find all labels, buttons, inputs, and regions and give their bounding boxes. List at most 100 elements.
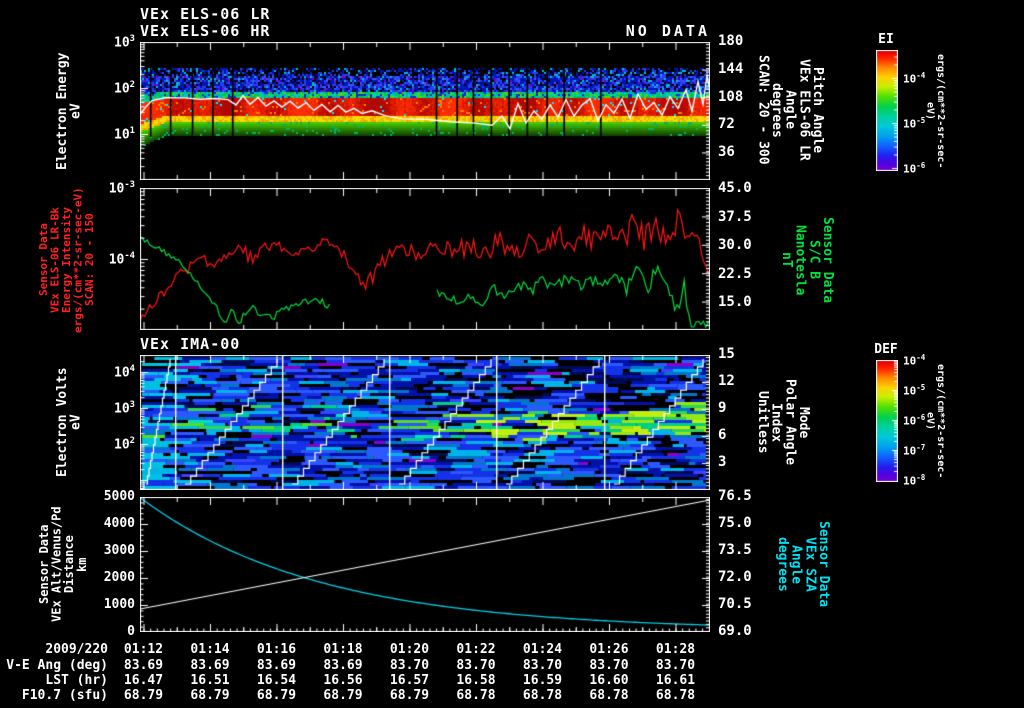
ima-spectrogram-panel xyxy=(140,355,710,490)
footer-value: 01:20 xyxy=(389,642,430,657)
exponent: -4 xyxy=(916,71,926,81)
axis-tick-label: 72.0 xyxy=(718,569,752,586)
axis-tick-label: 4000 xyxy=(103,515,135,531)
footer-value: 83.70 xyxy=(522,658,563,673)
axis-tick-label: 73.5 xyxy=(718,542,752,559)
sensor-lineplot-panel xyxy=(140,188,710,330)
axis-tick-label: 30.0 xyxy=(718,237,752,254)
axis-tick-label: 10-4 xyxy=(903,71,926,86)
footer-value: 16.47 xyxy=(123,673,164,688)
footer-value: 16.57 xyxy=(389,673,430,688)
sensor-lineplot-canvas xyxy=(140,188,710,330)
ima-title: VEx IMA-00 xyxy=(140,335,241,353)
colorbar-def-units: ergs/(cm**2-sr-sec-eV) xyxy=(924,363,947,479)
footer-value: 83.69 xyxy=(256,658,297,673)
sensor-right-axis-label: Sensor Data S/C B Nanotesla nT xyxy=(779,216,835,304)
footer-value: 01:28 xyxy=(655,642,696,657)
axis-tick-label: 70.5 xyxy=(718,596,752,613)
footer-row-label: V-E Ang (deg) xyxy=(6,658,108,673)
footer-value: 16.58 xyxy=(456,673,496,688)
axis-tick-label: 0 xyxy=(127,623,135,639)
footer-value: 16.61 xyxy=(655,673,696,688)
vex-orbit-plot-screen: VEx ELS-06 LR VEx ELS-06 HR NO DATA VEx … xyxy=(0,0,1024,708)
exponent: 2 xyxy=(129,435,135,446)
exponent: -4 xyxy=(124,250,135,261)
axis-tick-label: 10-6 xyxy=(903,413,926,428)
colorbar-ei xyxy=(876,50,898,175)
colorbar-def-gradient xyxy=(876,360,898,482)
axis-tick-label: 108 xyxy=(718,88,744,105)
ima-right-axis-label: Mode Polar Angle Index Unitless xyxy=(755,379,811,466)
alt-right-axis-label: Sensor Data VEx SZA Angle degrees xyxy=(775,521,831,608)
colorbar-ei-units: ergs/(cm**2-sr-sec-eV) xyxy=(924,53,947,169)
axis-tick-label: 10-5 xyxy=(903,383,926,398)
axis-tick-label: 3000 xyxy=(103,542,135,558)
footer-row-label: LST (hr) xyxy=(45,673,108,688)
footer-value: 83.70 xyxy=(456,658,496,673)
colorbar-def-label: DEF xyxy=(874,342,898,357)
axis-tick-label: 36 xyxy=(718,143,735,160)
exponent: -6 xyxy=(916,413,926,423)
axis-tick-label: 15 xyxy=(718,346,735,363)
footer-value: 83.69 xyxy=(323,658,363,673)
exponent: 4 xyxy=(129,363,135,374)
axis-tick-label: 10-3 xyxy=(108,179,135,197)
footer-value: 16.54 xyxy=(256,673,297,688)
exponent: -3 xyxy=(124,179,135,190)
axis-tick-label: 3 xyxy=(718,454,727,471)
axis-tick-label: 10-8 xyxy=(903,473,926,488)
ima-spectrogram-canvas xyxy=(140,355,710,490)
axis-tick-label: 10-7 xyxy=(903,443,926,458)
footer-value: 01:24 xyxy=(522,642,563,657)
footer-value: 68.78 xyxy=(655,688,696,703)
axis-tick-label: 10-6 xyxy=(903,161,926,176)
footer-value: 68.79 xyxy=(256,688,297,703)
footer-value: 16.56 xyxy=(323,673,363,688)
exponent: -5 xyxy=(916,116,926,126)
axis-tick-label: 69.0 xyxy=(718,623,752,640)
axis-tick-label: 76.5 xyxy=(718,488,752,505)
colorbar-ei-gradient xyxy=(876,50,898,171)
footer-value: 68.78 xyxy=(522,688,563,703)
footer-value: 68.79 xyxy=(190,688,230,703)
footer-value: 16.51 xyxy=(190,673,230,688)
exponent: 1 xyxy=(129,125,135,136)
axis-tick-label: 9 xyxy=(718,400,727,417)
axis-tick-label: 10-5 xyxy=(903,116,926,131)
axis-tick-label: 12 xyxy=(718,373,735,390)
footer-value: 01:22 xyxy=(456,642,496,657)
axis-tick-label: 72 xyxy=(718,116,735,133)
footer-value: 16.60 xyxy=(589,673,629,688)
els-lr-title: VEx ELS-06 LR xyxy=(140,5,271,23)
exponent: -6 xyxy=(916,161,926,171)
els-left-axis-label: Electron Energy eV xyxy=(55,52,84,170)
alt-sza-panel xyxy=(140,497,710,632)
axis-tick-label: 103 xyxy=(114,399,135,417)
footer-value: 01:26 xyxy=(589,642,629,657)
footer-value: 01:18 xyxy=(323,642,363,657)
axis-tick-label: 101 xyxy=(114,125,135,143)
footer-value: 01:16 xyxy=(256,642,297,657)
axis-tick-label: 45.0 xyxy=(718,180,752,197)
footer-value: 68.79 xyxy=(389,688,430,703)
colorbar-def xyxy=(876,360,898,486)
axis-tick-label: 104 xyxy=(114,363,135,381)
axis-tick-label: 15.0 xyxy=(718,293,752,310)
footer-value: 68.79 xyxy=(323,688,363,703)
axis-tick-label: 10-4 xyxy=(108,250,135,268)
exponent: 2 xyxy=(129,79,135,90)
axis-tick-label: 37.5 xyxy=(718,208,752,225)
footer-row-label: F10.7 (sfu) xyxy=(21,688,108,703)
exponent: -7 xyxy=(916,443,926,453)
colorbar-ei-label: EI xyxy=(878,32,894,47)
footer-value: 83.69 xyxy=(123,658,164,673)
exponent: -8 xyxy=(916,473,926,483)
footer-value: 83.70 xyxy=(589,658,629,673)
axis-tick-label: 22.5 xyxy=(718,265,752,282)
axis-tick-label: 75.0 xyxy=(718,515,752,532)
exponent: -5 xyxy=(916,383,926,393)
footer-value: 83.69 xyxy=(190,658,230,673)
axis-tick-label: 6 xyxy=(718,427,727,444)
axis-tick-label: 1000 xyxy=(103,596,135,612)
axis-tick-label: 102 xyxy=(114,79,135,97)
